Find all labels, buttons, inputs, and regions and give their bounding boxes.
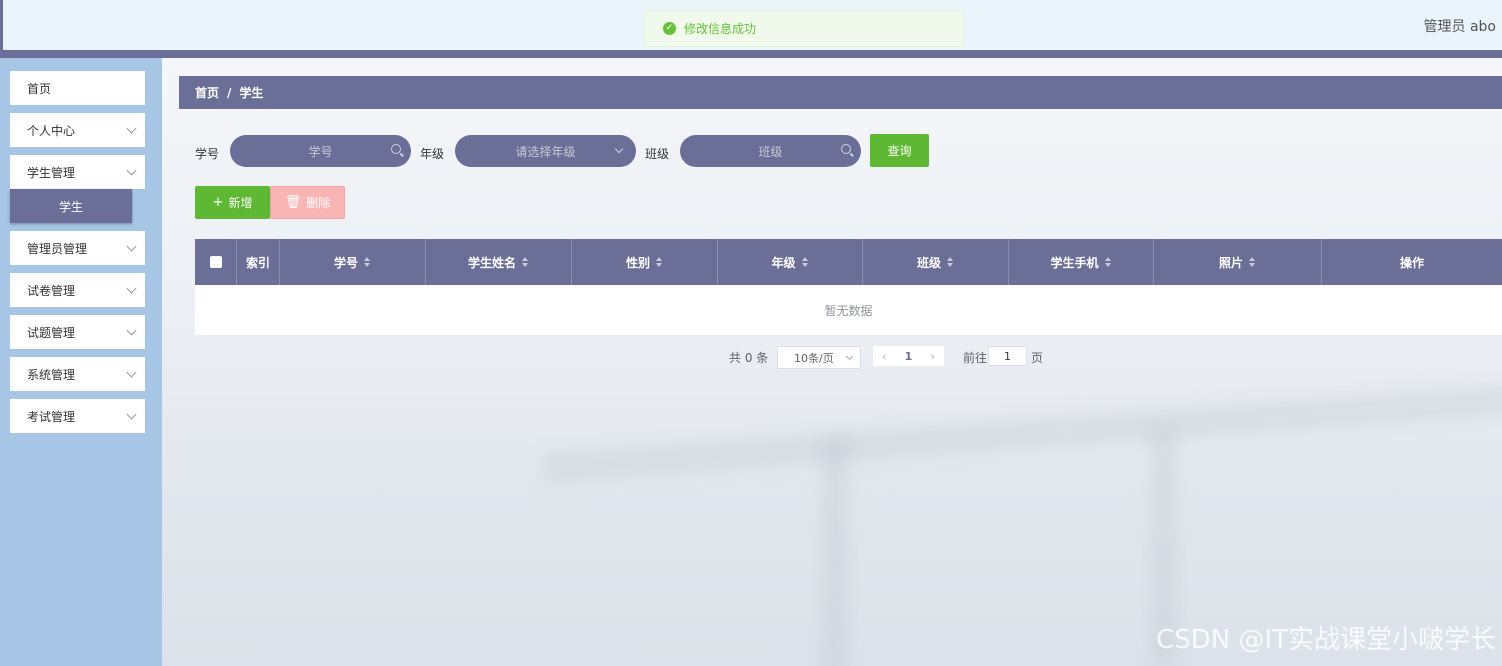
sidebar-subitem-student[interactable]: 学生 (10, 189, 132, 223)
grade-placeholder: 请选择年级 (515, 144, 576, 159)
search-icon (391, 144, 401, 154)
watermark: CSDN @IT实战课堂小啵学长 (1156, 625, 1496, 655)
grade-label: 年级 (420, 147, 445, 161)
next-page-icon[interactable]: › (930, 350, 934, 363)
sidebar-item-admins[interactable]: 管理员管理 (10, 231, 145, 265)
column-header-label: 学生手机 (1050, 255, 1099, 270)
chevron-down-icon (126, 367, 137, 377)
class-input[interactable]: 班级 (680, 135, 861, 167)
column-header-grade[interactable]: 年级 (718, 239, 863, 285)
delete-button[interactable]: 🗑 删除 (270, 186, 345, 219)
page-size-select[interactable]: 10条/页 (777, 346, 861, 369)
table-header: 索引 学号 学生姓名 性别 年级 班级 学生手机 照片 操作 (195, 239, 1502, 285)
column-header-index: 索引 (237, 239, 280, 285)
sidebar-item-exams[interactable]: 考试管理 (10, 399, 145, 433)
search-icon (841, 144, 851, 154)
column-header-name[interactable]: 学生姓名 (426, 239, 572, 285)
sidebar-item-label: 试卷管理 (27, 283, 76, 298)
goto-label: 前往 (963, 351, 988, 365)
column-header-label: 性别 (625, 255, 650, 270)
pagination-nav: ‹ 1 › (873, 346, 944, 366)
sidebar-item-label: 试题管理 (27, 325, 76, 340)
sidebar-item-label: 首页 (27, 81, 52, 96)
top-header: ✓ 修改信息成功 管理员 abo (0, 0, 1502, 50)
class-placeholder: 班级 (758, 144, 783, 159)
header-divider (0, 50, 1502, 58)
sidebar-item-label: 系统管理 (27, 367, 76, 382)
chevron-down-icon (126, 283, 137, 293)
column-header-student-no[interactable]: 学号 (280, 239, 426, 285)
empty-text: 暂无数据 (824, 303, 873, 318)
chevron-down-icon (126, 241, 137, 251)
select-all-checkbox[interactable] (209, 256, 222, 268)
sidebar-item-home[interactable]: 首页 (10, 71, 145, 105)
search-button[interactable]: 查询 (870, 134, 929, 167)
page-size-value: 10条/页 (794, 351, 834, 365)
sort-icon[interactable] (1104, 257, 1112, 267)
column-header-label: 照片 (1218, 255, 1243, 270)
chevron-down-icon (126, 409, 137, 419)
table-empty-row: 暂无数据 (195, 285, 1502, 335)
chevron-down-icon (126, 325, 137, 335)
sidebar: 首页 个人中心 学生管理 学生 管理员管理 试卷管理 试题管理 系统管理 考试管… (0, 58, 162, 666)
sidebar-item-system[interactable]: 系统管理 (10, 357, 145, 391)
sidebar-item-papers[interactable]: 试卷管理 (10, 273, 145, 307)
select-all-cell[interactable] (195, 239, 237, 285)
student-no-label: 学号 (195, 147, 220, 161)
column-header-label: 学生姓名 (467, 255, 516, 270)
background-decoration (542, 383, 1502, 483)
sort-icon[interactable] (947, 257, 954, 267)
plus-icon: + (212, 195, 224, 210)
add-button[interactable]: + 新增 (195, 186, 270, 219)
check-circle-icon: ✓ (663, 22, 676, 35)
sidebar-item-label: 学生管理 (27, 165, 76, 180)
class-label: 班级 (645, 147, 670, 161)
chevron-down-icon (845, 352, 854, 361)
student-no-placeholder: 学号 (308, 144, 333, 159)
column-header-label: 年级 (771, 255, 796, 270)
breadcrumb-home[interactable]: 首页 (195, 84, 219, 101)
sort-icon[interactable] (656, 257, 663, 267)
main-content: 首页 / 学生 学号 学号 年级 请选择年级 班级 班级 查询 + 新增 🗑 删… (162, 58, 1502, 666)
success-toast: ✓ 修改信息成功 (644, 10, 964, 47)
sidebar-item-students[interactable]: 学生管理 (10, 155, 145, 189)
toast-message: 修改信息成功 (684, 22, 757, 36)
sidebar-item-label: 考试管理 (27, 409, 76, 424)
column-header-class[interactable]: 班级 (863, 239, 1009, 285)
column-header-gender[interactable]: 性别 (572, 239, 718, 285)
pagination-total: 共 0 条 (729, 351, 769, 365)
column-header-actions: 操作 (1322, 239, 1502, 285)
trash-icon: 🗑 (284, 195, 302, 210)
sort-icon[interactable] (801, 257, 809, 267)
sort-icon[interactable] (1249, 257, 1256, 267)
column-header-photo[interactable]: 照片 (1154, 239, 1322, 285)
background-decoration (822, 438, 848, 666)
user-label[interactable]: 管理员 abo (1424, 16, 1496, 36)
goto-suffix: 页 (1031, 351, 1044, 365)
grade-select[interactable]: 请选择年级 (455, 135, 636, 167)
chevron-down-icon (126, 165, 137, 175)
breadcrumb-current: 学生 (239, 86, 264, 100)
goto-page-input[interactable]: 1 (988, 346, 1027, 366)
column-header-label: 操作 (1399, 255, 1424, 270)
chevron-down-icon (126, 123, 137, 133)
delete-button-label: 删除 (306, 196, 331, 210)
page-number[interactable]: 1 (905, 350, 913, 363)
student-no-input[interactable]: 学号 (230, 135, 411, 167)
sort-icon[interactable] (364, 257, 371, 267)
column-header-phone[interactable]: 学生手机 (1009, 239, 1154, 285)
sort-icon[interactable] (522, 257, 529, 267)
column-header-label: 学号 (333, 255, 358, 270)
sidebar-item-questions[interactable]: 试题管理 (10, 315, 145, 349)
prev-page-icon[interactable]: ‹ (882, 350, 886, 363)
chevron-down-icon (614, 144, 624, 154)
column-header-label: 索引 (245, 255, 270, 270)
add-button-label: 新增 (228, 196, 253, 210)
sidebar-item-label: 个人中心 (27, 123, 76, 138)
breadcrumb-separator: / (227, 85, 232, 100)
sidebar-item-label: 管理员管理 (27, 241, 88, 256)
breadcrumb: 首页 / 学生 (179, 76, 1502, 109)
sidebar-item-profile[interactable]: 个人中心 (10, 113, 145, 147)
column-header-label: 班级 (916, 255, 941, 270)
